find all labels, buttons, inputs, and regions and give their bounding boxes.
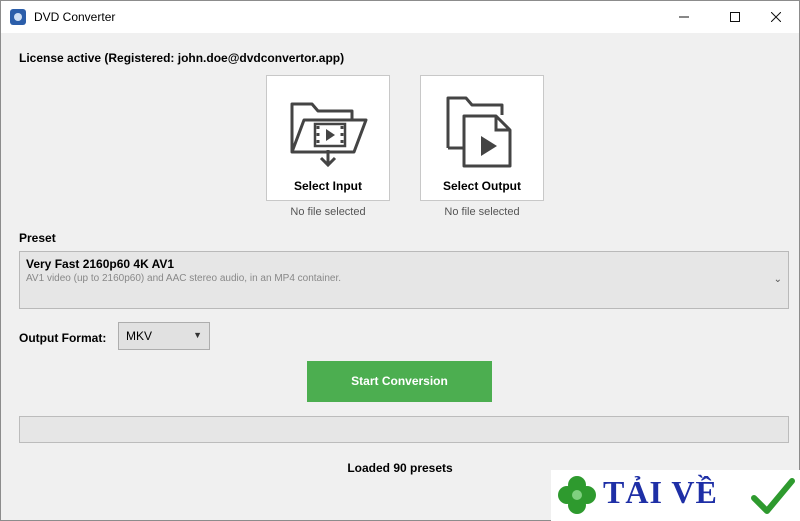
license-status: License active (Registered: john.doe@dvd… [19,51,345,65]
select-input-label: Select Input [293,179,362,193]
file-video-play-icon [446,96,512,168]
preset-name: Very Fast 2160p60 4K AV1 [26,257,175,271]
close-icon [771,12,781,22]
input-file-status: No file selected [290,206,366,218]
watermark-text: TẢI VỀ [603,474,718,510]
start-conversion-button[interactable]: Start Conversion [307,361,492,402]
watermark-banner: TẢI VỀ [551,470,800,521]
preset-description: AV1 video (up to 2160p60) and AAC stereo… [26,273,342,284]
chevron-down-icon: ▼ [193,330,202,340]
output-format-value: MKV [126,329,153,343]
folder-video-import-icon [290,102,368,168]
output-format-label: Output Format: [19,331,107,345]
minimize-button[interactable] [661,1,707,33]
preset-dropdown[interactable]: Very Fast 2160p60 4K AV1 AV1 video (up t… [19,251,789,309]
select-output-label: Select Output [442,179,521,193]
select-input-button[interactable]: Select Input [266,75,390,201]
app-window: DVD Converter License active (Registered… [0,0,800,521]
close-button[interactable] [753,1,799,33]
progress-bar [19,416,789,443]
select-output-button[interactable]: Select Output [420,75,544,201]
window-title: DVD Converter [34,10,116,24]
title-bar[interactable]: DVD Converter [1,1,799,33]
output-format-select[interactable]: MKV ▼ [118,322,210,350]
clover-icon [558,476,596,514]
preset-label: Preset [19,231,56,245]
checkmark-icon [751,478,795,514]
maximize-button[interactable] [712,1,758,33]
maximize-icon [730,12,740,22]
app-logo-icon [10,9,26,25]
output-file-status: No file selected [444,206,520,218]
chevron-down-icon: ⌄ [773,274,782,285]
minimize-icon [679,16,689,18]
